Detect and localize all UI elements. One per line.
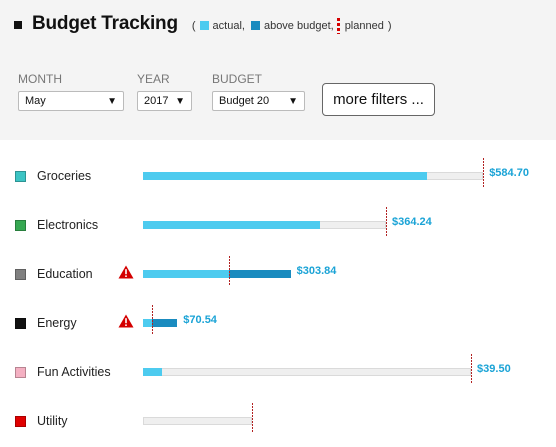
amount-label: $70.54 — [183, 314, 217, 326]
planned-marker — [483, 158, 485, 188]
above-budget-bar — [152, 319, 178, 327]
amount-label: $303.84 — [296, 265, 337, 277]
budget-row: Education $303.84 — [0, 256, 556, 298]
actual-bar — [143, 319, 153, 327]
legend-above-budget-swatch-icon — [250, 21, 260, 30]
category-color-swatch-icon — [15, 416, 26, 427]
chevron-down-icon: ▼ — [288, 95, 298, 107]
month-select-value: May — [25, 95, 46, 107]
category-color-swatch-icon — [15, 318, 26, 329]
legend-open-paren: ( — [191, 19, 196, 32]
budget-label: BUDGET — [212, 72, 263, 86]
budget-row: Electronics $364.24 — [0, 207, 556, 249]
category-color-swatch-icon — [15, 171, 26, 182]
legend-planned-label: planned — [344, 19, 384, 32]
filter-panel: Budget Tracking ( actual, above budget, … — [0, 0, 556, 140]
category-label: Utility — [37, 414, 68, 428]
legend-planned-marker-icon — [336, 17, 340, 34]
budget-row: Groceries $584.70 — [0, 158, 556, 200]
budget-row: Utility — [0, 403, 556, 445]
amount-label: $584.70 — [489, 167, 529, 179]
legend-actual-swatch-icon — [199, 21, 209, 30]
title-row: Budget Tracking ( actual, above budget, … — [14, 10, 396, 38]
planned-marker — [386, 207, 387, 237]
year-select-value: 2017 — [144, 95, 169, 107]
category-label: Groceries — [37, 169, 92, 183]
actual-bar — [143, 221, 321, 229]
legend-actual-label: actual, — [212, 19, 245, 32]
actual-bar — [143, 270, 229, 278]
chevron-down-icon: ▼ — [175, 95, 185, 107]
legend-above-budget-label: above budget, — [263, 19, 334, 32]
year-label: YEAR — [137, 72, 170, 86]
legend-close-paren: ) — [387, 19, 392, 32]
amount-label: $39.50 — [477, 363, 511, 375]
more-filters-button[interactable]: more filters ... — [322, 83, 435, 116]
budget-select[interactable]: Budget 20 ▼ — [212, 91, 305, 111]
category-label: Education — [37, 267, 93, 281]
actual-bar — [143, 172, 428, 180]
category-color-swatch-icon — [15, 367, 26, 378]
page-title: Budget Tracking — [32, 13, 178, 34]
planned-marker — [252, 403, 254, 433]
legend: ( actual, above budget, planned ) — [188, 17, 396, 34]
above-budget-bar — [228, 270, 291, 278]
planned-marker — [228, 256, 230, 286]
month-label: MONTH — [18, 72, 62, 86]
category-label: Fun Activities — [37, 365, 111, 379]
planned-marker — [152, 305, 154, 335]
budget-track — [143, 368, 472, 376]
title-bullet-icon — [14, 21, 22, 29]
chevron-down-icon: ▼ — [107, 95, 117, 107]
category-color-swatch-icon — [15, 269, 26, 280]
actual-bar — [143, 368, 163, 376]
category-color-swatch-icon — [15, 220, 26, 231]
budget-row: Fun Activities $39.50 — [0, 354, 556, 396]
year-select[interactable]: 2017 ▼ — [137, 91, 192, 111]
budget-track — [143, 417, 253, 425]
warning-icon — [118, 265, 134, 279]
budget-row: Energy $70.54 — [0, 305, 556, 347]
planned-marker — [471, 354, 473, 384]
category-label: Energy — [37, 316, 77, 330]
month-select[interactable]: May ▼ — [18, 91, 124, 111]
category-label: Electronics — [37, 218, 99, 232]
budget-select-value: Budget 20 — [219, 95, 270, 107]
warning-icon — [118, 314, 134, 328]
amount-label: $364.24 — [392, 216, 432, 228]
